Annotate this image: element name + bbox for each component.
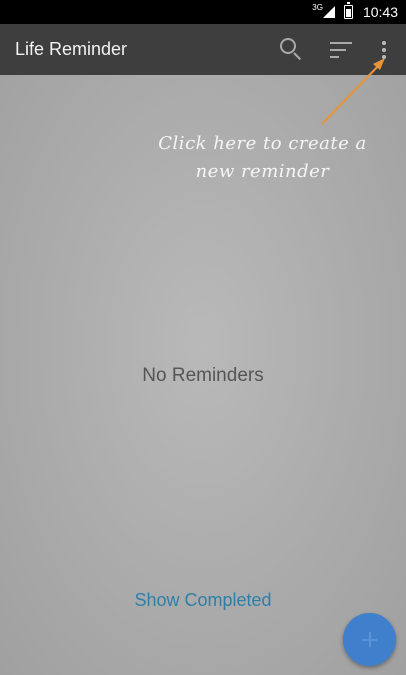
status-icons: 3G 10:43	[312, 0, 398, 24]
hint-line-1: Click here to create a	[158, 133, 367, 154]
status-bar: 3G 10:43	[0, 0, 406, 24]
empty-state-message: No Reminders	[142, 365, 264, 386]
app-bar: Life Reminder	[0, 24, 406, 75]
add-reminder-button[interactable]	[343, 613, 396, 666]
more-vertical-icon	[382, 41, 386, 45]
create-reminder-hint: Click here to create a new reminder	[150, 130, 375, 186]
status-time: 10:43	[362, 4, 398, 20]
network-type-label: 3G	[312, 3, 323, 12]
search-icon-handle	[293, 52, 302, 61]
show-completed-link[interactable]: Show Completed	[0, 590, 406, 611]
search-button[interactable]	[270, 24, 310, 75]
sort-icon-line	[330, 49, 346, 51]
hint-line-2: new reminder	[195, 161, 330, 182]
more-vertical-icon-dot	[382, 55, 386, 59]
sort-icon-line	[330, 56, 339, 58]
more-vertical-icon-dot	[382, 48, 386, 52]
signal-icon	[322, 6, 335, 18]
sort-button[interactable]	[322, 24, 362, 75]
plus-icon-vertical	[369, 632, 371, 647]
sort-icon	[330, 42, 352, 44]
app-title: Life Reminder	[15, 39, 128, 59]
more-options-button[interactable]	[364, 24, 404, 75]
battery-icon	[343, 2, 353, 19]
